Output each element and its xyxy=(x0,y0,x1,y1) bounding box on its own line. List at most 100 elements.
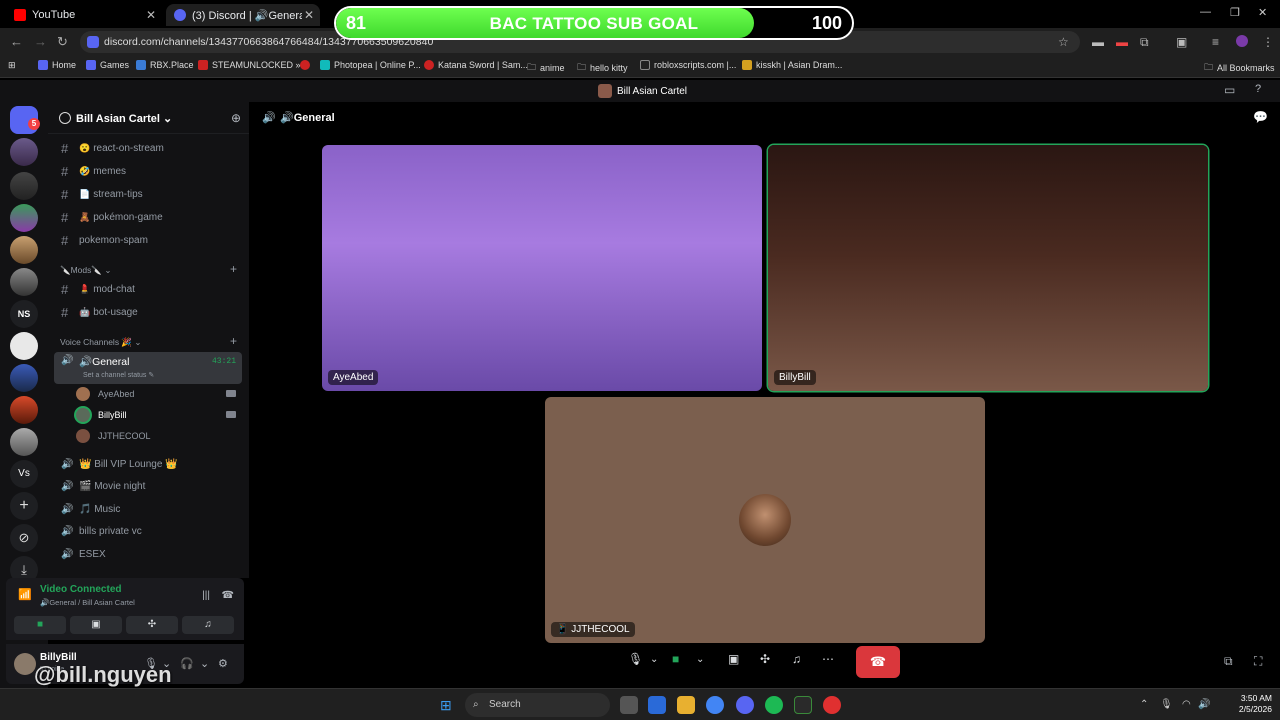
task-view-icon[interactable] xyxy=(620,696,638,714)
puzzle-icon[interactable]: ⧉ xyxy=(1140,35,1154,49)
chrome-icon[interactable] xyxy=(706,696,724,714)
category-mods[interactable]: 🔪Mods🔪 ⌄ xyxy=(60,265,111,276)
server-icon[interactable] xyxy=(10,396,38,424)
taskbar-search[interactable]: ⌕ Search xyxy=(465,693,610,717)
channel-pokemon-spam[interactable]: # pokemon-spam xyxy=(54,230,242,250)
video-tile-ayeabed[interactable]: AyeAbed xyxy=(322,145,762,391)
chevron-down-icon[interactable]: ⌄ xyxy=(650,654,658,665)
bookmark-red[interactable] xyxy=(300,60,314,70)
server-icon[interactable] xyxy=(10,204,38,232)
channel-stream-tips[interactable]: # 📄 stream-tips xyxy=(54,184,242,204)
bookmark-rbx[interactable]: RBX.Place xyxy=(136,60,194,70)
voice-channel-music[interactable]: 🔊 🎵 Music xyxy=(54,499,242,519)
disconnect-icon[interactable]: ☎ xyxy=(222,590,234,601)
site-info-icon[interactable] xyxy=(87,36,99,48)
bookmark-folder-anime[interactable]: 🗀 anime xyxy=(527,60,565,76)
voice-location[interactable]: 🔊General / Bill Asian Cartel xyxy=(40,598,135,607)
close-icon[interactable]: ✕ xyxy=(304,8,314,22)
server-ns-icon[interactable]: NS xyxy=(10,300,38,328)
menu-lines-icon[interactable]: ≡ xyxy=(1212,35,1226,49)
soundboard-icon[interactable]: ♫ xyxy=(792,652,801,666)
discover-icon[interactable]: ⊘ xyxy=(10,524,38,552)
add-channel-icon[interactable]: + xyxy=(230,262,237,276)
bookmark-steamunlocked[interactable]: STEAMUNLOCKED »... xyxy=(198,60,308,70)
reload-icon[interactable]: ↻ xyxy=(57,34,68,50)
server-icon[interactable] xyxy=(10,236,38,264)
mic-tray-icon[interactable]: 🎙 xyxy=(1160,699,1173,710)
discord-taskbar-icon[interactable] xyxy=(736,696,754,714)
chevron-down-icon[interactable]: ⌄ xyxy=(696,654,704,665)
chat-bubble-icon[interactable]: 💬 xyxy=(1253,110,1268,124)
profile-avatar[interactable] xyxy=(1236,35,1248,47)
extension-red-icon[interactable]: ▬ xyxy=(1116,35,1130,49)
tray-chevron-icon[interactable]: ⌃ xyxy=(1140,699,1148,710)
star-icon[interactable]: ☆ xyxy=(1058,35,1072,49)
bookmark-all[interactable]: 🗀 All Bookmarks xyxy=(1204,60,1275,76)
video-tile-billybill[interactable]: BillyBill xyxy=(768,145,1208,391)
clock[interactable]: 3:50 AM 2/5/2026 xyxy=(1216,693,1272,715)
back-icon[interactable]: ← xyxy=(10,34,23,49)
bookmark-robloxscripts[interactable]: robloxscripts.com |... xyxy=(640,60,736,70)
extension-icon[interactable]: ▬ xyxy=(1092,35,1106,49)
more-icon[interactable]: ⋯ xyxy=(822,652,834,666)
hang-up-button[interactable]: ☎ xyxy=(856,646,900,678)
voice-channel-vip-lounge[interactable]: 🔊 👑 Bill VIP Lounge 👑 xyxy=(54,454,242,474)
channel-react-on-stream[interactable]: # 😮 react-on-stream xyxy=(54,138,242,158)
server-icon[interactable] xyxy=(10,172,38,200)
forward-icon[interactable]: → xyxy=(34,34,47,49)
mic-icon[interactable]: 🎙 xyxy=(628,652,643,666)
widgets-icon[interactable] xyxy=(648,696,666,714)
noise-icon[interactable]: ||| xyxy=(202,590,210,601)
channel-status[interactable]: Set a channel status ✎ xyxy=(83,371,154,379)
fullscreen-icon[interactable]: ⛶ xyxy=(1254,654,1262,669)
avatar[interactable] xyxy=(14,653,36,675)
help-icon[interactable]: ? xyxy=(1255,83,1261,95)
bookmark-home[interactable]: Home xyxy=(38,60,76,70)
tab-youtube[interactable]: YouTube ✕ xyxy=(6,4,162,26)
apps-grid-icon[interactable]: ⊞ xyxy=(8,60,16,71)
voice-status[interactable]: Video Connected xyxy=(40,584,122,595)
channel-bot-usage[interactable]: # 🤖 bot-usage xyxy=(54,302,242,322)
soundboard-button[interactable]: ♫ xyxy=(182,616,234,634)
bookmark-photopea[interactable]: Photopea | Online P... xyxy=(320,60,421,70)
volume-icon[interactable]: 🔊 xyxy=(1198,699,1210,710)
add-channel-icon[interactable]: + xyxy=(230,334,237,348)
voice-channel-esex[interactable]: 🔊 ESEX xyxy=(54,544,242,564)
voice-channel-movie-night[interactable]: 🔊 🎬 Movie night xyxy=(54,476,242,496)
server-icon[interactable] xyxy=(10,364,38,392)
server-icon[interactable] xyxy=(10,268,38,296)
server-icon[interactable] xyxy=(10,138,38,166)
tab-discord[interactable]: (3) Discord | 🔊General | Bi ✕ xyxy=(166,4,320,26)
opera-icon[interactable] xyxy=(823,696,841,714)
voice-channel-general[interactable]: 🔊 🔊General 43:21 Set a channel status ✎ xyxy=(54,352,242,384)
server-icon[interactable] xyxy=(10,428,38,456)
close-window-icon[interactable]: ✕ xyxy=(1258,6,1267,19)
add-server-icon[interactable]: + xyxy=(10,492,38,520)
gear-icon[interactable]: ⚙ xyxy=(218,657,228,670)
bookmark-katana[interactable]: Katana Sword | Sam... xyxy=(424,60,528,70)
screen-share-button[interactable]: ▣ xyxy=(70,616,122,634)
bookmark-kisskh[interactable]: kisskh | Asian Dram... xyxy=(742,60,842,70)
camera-button[interactable]: ■ xyxy=(14,616,66,634)
wifi-icon[interactable]: ◠ xyxy=(1182,699,1191,710)
restore-icon[interactable]: ❐ xyxy=(1230,6,1240,19)
voice-channel-bills-private[interactable]: 🔊 bills private vc xyxy=(54,521,242,541)
file-explorer-icon[interactable] xyxy=(677,696,695,714)
chevron-down-icon[interactable]: ⌄ xyxy=(200,657,209,670)
channel-mod-chat[interactable]: # 💄 mod-chat xyxy=(54,279,242,299)
channel-memes[interactable]: # 🤣 memes xyxy=(54,161,242,181)
server-header[interactable]: Bill Asian Cartel ⌄ ⊕ xyxy=(48,102,249,134)
category-voice[interactable]: Voice Channels 🎉 ⌄ xyxy=(60,337,142,348)
voice-user-ayeabed[interactable]: AyeAbed xyxy=(76,384,240,404)
spotify-icon[interactable] xyxy=(765,696,783,714)
popout-icon[interactable]: ⧉ xyxy=(1224,654,1233,669)
video-tile-jjthecool[interactable]: 📱 JJTHECOOL xyxy=(545,397,985,643)
kebab-menu-icon[interactable]: ⋮ xyxy=(1262,35,1276,49)
cast-icon[interactable]: ▣ xyxy=(1176,35,1190,49)
channel-pokemon-game[interactable]: # 🧸 pokémon-game xyxy=(54,207,242,227)
windows-start-icon[interactable]: ⊞ xyxy=(440,697,456,713)
screen-share-icon[interactable]: ▣ xyxy=(728,652,739,666)
camera-icon[interactable]: ■ xyxy=(672,652,679,666)
invite-icon[interactable]: ⊕ xyxy=(231,111,241,125)
inbox-icon[interactable]: ▭ xyxy=(1224,83,1235,97)
